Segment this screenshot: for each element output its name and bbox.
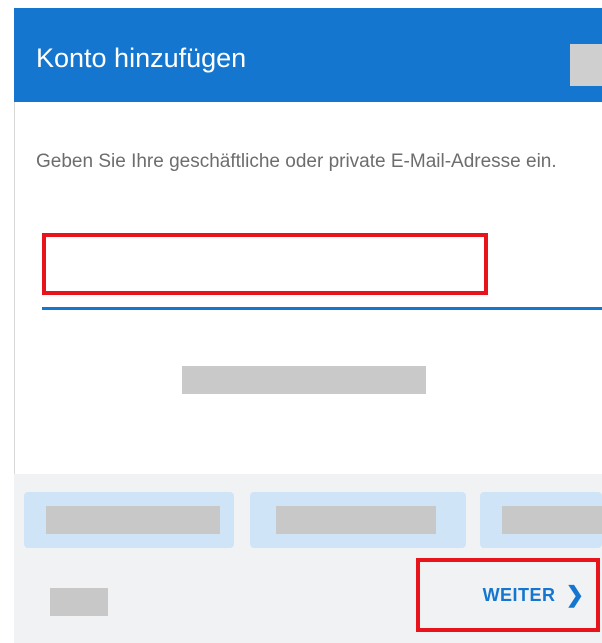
- redacted-link[interactable]: [182, 366, 426, 394]
- account-type-chip-1[interactable]: [24, 492, 234, 548]
- page-title: Konto hinzufügen: [36, 43, 247, 73]
- chip-label-redacted: [46, 506, 220, 534]
- account-type-chip-3[interactable]: [480, 492, 602, 548]
- left-edge-divider: [0, 8, 15, 643]
- email-input[interactable]: [42, 233, 488, 295]
- back-button-redacted[interactable]: [50, 588, 108, 616]
- next-button-label: WEITER: [482, 584, 556, 605]
- chevron-right-icon: ❯: [565, 582, 584, 607]
- chip-label-redacted: [276, 506, 436, 534]
- footer-panel: WEITER ❯: [14, 474, 602, 643]
- account-type-chip-2[interactable]: [250, 492, 466, 548]
- next-button[interactable]: WEITER ❯: [416, 558, 600, 632]
- email-prompt: Geben Sie Ihre geschäftliche oder privat…: [36, 151, 557, 172]
- email-input-underline: [42, 307, 602, 310]
- chip-label-redacted: [502, 506, 602, 534]
- menu-placeholder-icon[interactable]: [570, 44, 602, 86]
- app-header: Konto hinzufügen: [14, 8, 602, 102]
- add-account-screen: Konto hinzufügen Geben Sie Ihre geschäft…: [0, 0, 602, 643]
